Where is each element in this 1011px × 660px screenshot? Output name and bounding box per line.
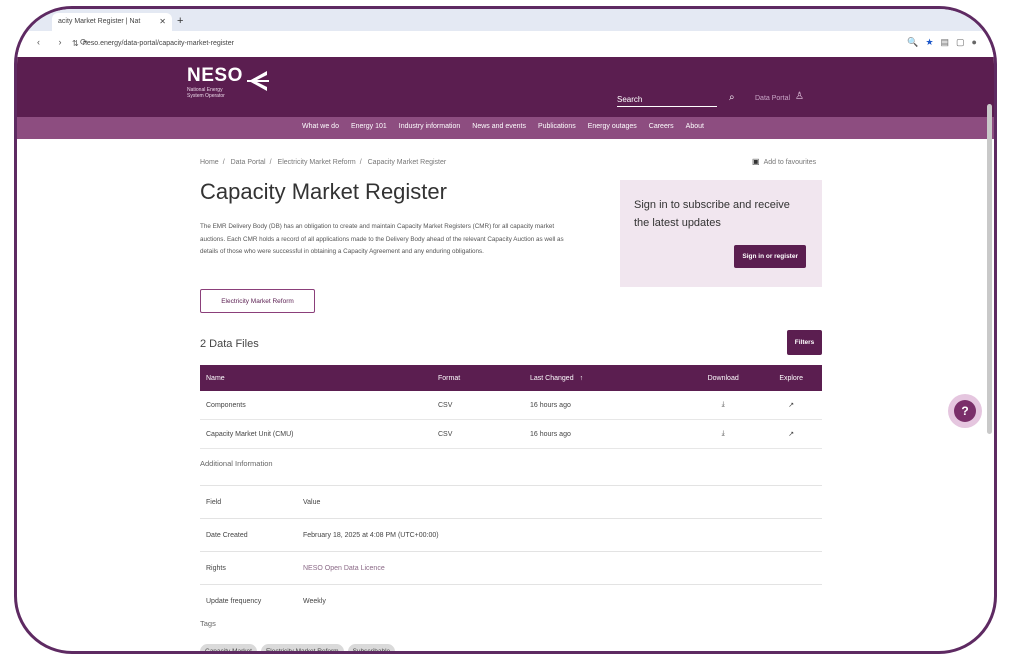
table-row: Capacity Market Unit (CMU) CSV 16 hours …	[200, 419, 822, 449]
nav-item-energy-outages[interactable]: Energy outages	[588, 123, 637, 130]
filters-button[interactable]: Filters	[787, 330, 822, 355]
breadcrumb-home[interactable]: Home	[200, 159, 219, 166]
file-format: CSV	[432, 419, 524, 449]
nav-item-news-and-events[interactable]: News and events	[472, 123, 526, 130]
emr-tag-button[interactable]: Electricity Market Reform	[200, 289, 315, 313]
data-files-title: 2 Data Files	[200, 338, 259, 350]
column-header-format[interactable]: Format	[432, 365, 524, 391]
bookmark-icon: ▣	[752, 157, 760, 166]
data-files-table: Name Format Last Changed ↑ Download Explo…	[200, 365, 822, 449]
breadcrumb: Home / Data Portal / Electricity Market Re…	[200, 159, 447, 166]
signin-button[interactable]: Sign in or register	[734, 245, 806, 268]
breadcrumb-current: Capacity Market Register	[367, 159, 447, 166]
signin-text: Sign in to subscribe and receive the lat…	[634, 199, 790, 229]
nav-item-energy-101[interactable]: Energy 101	[351, 123, 387, 130]
file-name[interactable]: Components	[200, 391, 432, 420]
last-changed-label: Last Changed	[530, 374, 574, 382]
scrollbar[interactable]	[987, 104, 992, 434]
new-tab-button[interactable]: +	[177, 13, 183, 29]
column-header-explore: Explore	[760, 365, 822, 391]
tag-capacity-market[interactable]: Capacity Market	[200, 644, 257, 651]
logo-wordmark: NESO	[187, 65, 243, 86]
search-input[interactable]: Search	[617, 95, 717, 107]
meta-value: February 18, 2025 at 4:08 PM (UTC+00:00)	[297, 518, 822, 552]
column-header-download: Download	[686, 365, 761, 391]
tag-electricity-market-reform[interactable]: Electricity Market Reform	[260, 644, 344, 651]
breadcrumb-emr[interactable]: Electricity Market Reform	[278, 159, 356, 166]
column-header-name[interactable]: Name	[200, 365, 432, 391]
tab-title: acity Market Register | Nat	[58, 18, 141, 25]
external-link-icon[interactable]: ↗	[760, 391, 822, 420]
data-portal-link[interactable]: Data Portal	[755, 95, 790, 102]
site-info-icon[interactable]: ⇅	[72, 37, 79, 51]
file-name[interactable]: Capacity Market Unit (CMU)	[200, 419, 432, 449]
file-format: CSV	[432, 391, 524, 420]
site-header: NESO National Energy System Operator Sea…	[17, 57, 994, 117]
signin-panel: Sign in to subscribe and receive the lat…	[620, 180, 822, 287]
meta-field: Rights	[200, 551, 297, 585]
help-icon: ?	[954, 400, 976, 422]
bookmark-star-icon[interactable]: ★	[925, 37, 940, 47]
table-row: Components CSV 16 hours ago ⤓ ↗	[200, 391, 822, 420]
meta-value: Weekly	[297, 584, 822, 617]
user-icon[interactable]: ♙	[795, 91, 804, 102]
table-row: Field Value	[200, 485, 822, 519]
browser-window: acity Market Register | Nat ✕ + ‹ › ⟳ ⇅ …	[14, 6, 997, 654]
main-nav: What we do Energy 101 Industry informati…	[17, 117, 994, 139]
licence-link[interactable]: NESO Open Data Licence	[297, 551, 822, 585]
tab-bar: acity Market Register | Nat ✕ +	[17, 9, 994, 31]
url-field[interactable]: neso.energy/data-portal/capacity-market-…	[83, 37, 234, 51]
tag-list: Capacity Market Electricity Market Refor…	[200, 644, 396, 651]
add-to-favourites[interactable]: ▣ Add to favourites	[752, 157, 816, 166]
download-icon[interactable]: ⤓	[686, 391, 761, 420]
tag-subscribable[interactable]: Subscribable	[347, 644, 396, 651]
browser-toolbar-icons[interactable]: 🔍★▤▢●	[907, 37, 984, 48]
search-icon[interactable]: ⌕	[729, 92, 735, 103]
close-icon[interactable]: ✕	[159, 13, 166, 31]
help-button[interactable]: ?	[948, 394, 982, 428]
browser-tab[interactable]: acity Market Register | Nat ✕	[52, 13, 172, 31]
breadcrumb-data-portal[interactable]: Data Portal	[231, 159, 266, 166]
intro-text: The EMR Delivery Body (DB) has an obliga…	[200, 223, 564, 255]
nav-item-about[interactable]: About	[686, 123, 704, 130]
meta-field: Field	[200, 485, 297, 519]
table-row: Date Created February 18, 2025 at 4:08 P…	[200, 518, 822, 552]
additional-info-table: Field Value Date Created February 18, 20…	[200, 485, 822, 617]
logo-subtitle: National Energy System Operator	[187, 87, 225, 99]
address-bar: ‹ › ⟳ ⇅ neso.energy/data-portal/capacity…	[17, 31, 994, 58]
tags-title: Tags	[200, 619, 216, 628]
nav-item-what-we-do[interactable]: What we do	[302, 123, 339, 130]
file-changed: 16 hours ago	[524, 391, 686, 420]
page-title: Capacity Market Register	[200, 179, 447, 204]
file-changed: 16 hours ago	[524, 419, 686, 449]
meta-field: Date Created	[200, 518, 297, 552]
download-icon[interactable]: ⤓	[686, 419, 761, 449]
table-row: Rights NESO Open Data Licence	[200, 551, 822, 585]
favourites-label: Add to favourites	[763, 159, 817, 166]
nav-item-industry-information[interactable]: Industry information	[399, 123, 460, 130]
nav-item-careers[interactable]: Careers	[649, 123, 674, 130]
meta-value: Value	[297, 485, 822, 519]
additional-info-title: Additional Information	[200, 459, 273, 468]
nav-item-publications[interactable]: Publications	[538, 123, 576, 130]
meta-field: Update frequency	[200, 584, 297, 617]
union-flag-icon	[247, 71, 269, 91]
external-link-icon[interactable]: ↗	[760, 419, 822, 449]
neso-logo[interactable]: NESO National Energy System Operator	[187, 65, 269, 99]
table-row: Update frequency Weekly	[200, 584, 822, 617]
sort-arrow-icon[interactable]: ↑	[580, 375, 584, 382]
column-header-last-changed[interactable]: Last Changed ↑	[524, 365, 686, 391]
